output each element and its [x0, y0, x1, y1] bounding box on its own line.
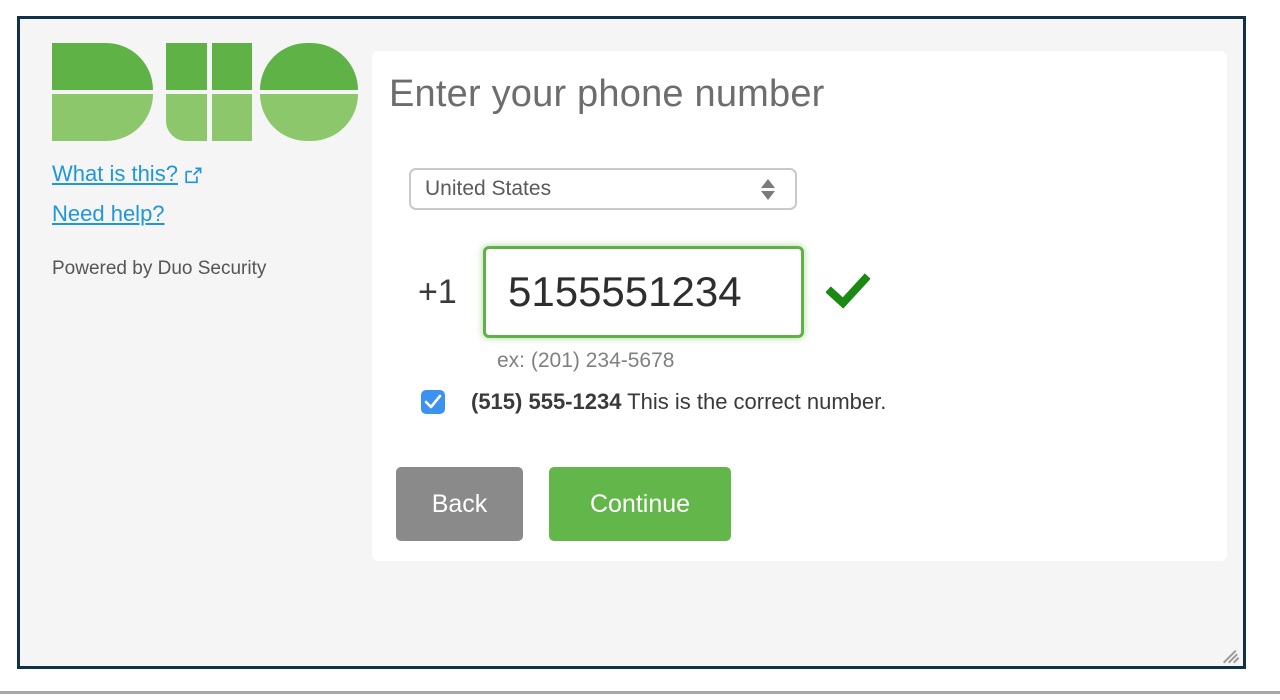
duo-logo-d-top: [52, 43, 153, 90]
confirm-number-value: (515) 555-1234: [471, 389, 622, 414]
bottom-divider: [0, 691, 1280, 694]
green-checkmark-icon: [825, 270, 871, 314]
need-help-row: Need help?: [52, 201, 352, 227]
duo-logo-u-right-top: [212, 43, 252, 90]
duo-logo-letter-o: [260, 43, 358, 141]
duo-logo-letter-u-left: [166, 43, 207, 141]
phone-number-row: +1: [409, 246, 871, 338]
page-title: Enter your phone number: [389, 73, 825, 115]
browser-frame: What is this? Need help? Powered by Duo …: [17, 16, 1246, 669]
phone-number-input[interactable]: [483, 246, 804, 338]
duo-logo-o-top: [260, 43, 358, 90]
external-link-icon[interactable]: [185, 166, 202, 184]
app-window: What is this? Need help? Powered by Duo …: [0, 0, 1280, 700]
duo-logo-u-right-bottom: [212, 94, 252, 141]
confirm-number-text: This is the correct number.: [627, 389, 887, 414]
continue-button[interactable]: Continue: [549, 467, 731, 541]
confirm-number-label[interactable]: (515) 555-1234 This is the correct numbe…: [471, 389, 886, 415]
duo-logo-letter-u-right: [212, 43, 252, 141]
form-actions: Back Continue: [396, 467, 731, 541]
duo-logo: [52, 43, 358, 141]
duo-logo-o-bottom: [260, 94, 358, 141]
powered-by-text: Powered by Duo Security: [52, 258, 267, 279]
what-is-this-row: What is this?: [52, 161, 352, 187]
duo-logo-letter-d: [52, 43, 153, 141]
resize-grip-icon[interactable]: [1222, 645, 1240, 664]
country-select[interactable]: United States: [409, 168, 797, 210]
stepper-down-arrow: [761, 190, 775, 200]
sidebar: What is this? Need help? Powered by Duo …: [52, 43, 358, 281]
stepper-up-arrow: [761, 178, 775, 188]
need-help-link[interactable]: Need help?: [52, 201, 165, 227]
duo-logo-u-left-top: [166, 43, 207, 90]
back-button[interactable]: Back: [396, 467, 523, 541]
duo-logo-d-bottom: [52, 94, 153, 141]
country-code-label: +1: [418, 272, 457, 311]
enrollment-card: Enter your phone number United States +1: [372, 51, 1227, 561]
what-is-this-link[interactable]: What is this?: [52, 161, 178, 187]
stepper-arrows-icon[interactable]: [761, 176, 775, 202]
confirm-number-checkbox[interactable]: [421, 390, 445, 414]
duo-logo-u-left-bottom: [166, 94, 207, 141]
phone-format-hint: ex: (201) 234-5678: [497, 349, 675, 372]
confirm-number-row: (515) 555-1234 This is the correct numbe…: [421, 389, 886, 415]
country-select-value: United States: [425, 177, 552, 200]
